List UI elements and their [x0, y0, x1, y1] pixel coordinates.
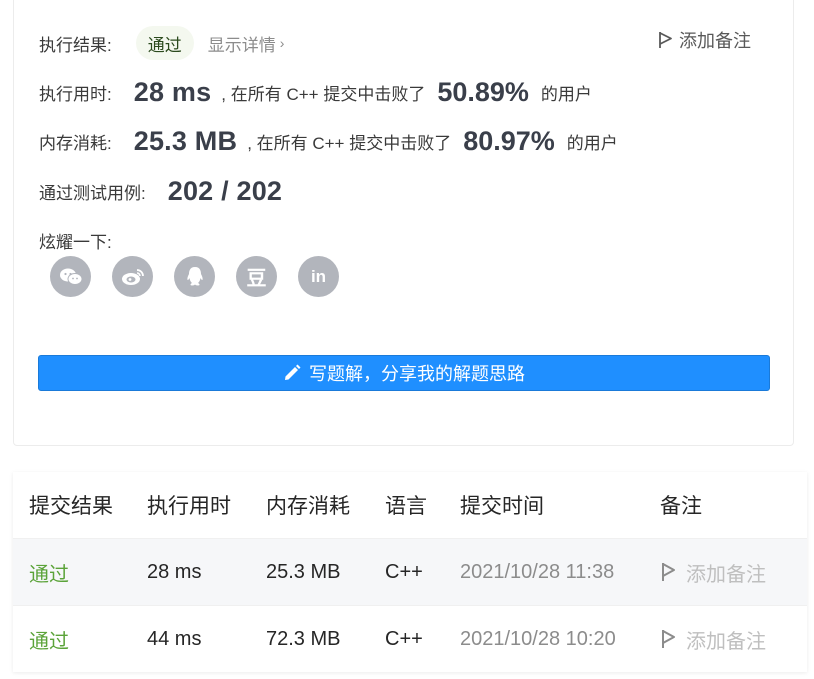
row-runtime: 28 ms [147, 560, 202, 583]
write-solution-label: 写题解，分享我的解题思路 [309, 364, 525, 384]
testcases-row: 通过测试用例: 202 / 202 [39, 176, 282, 207]
header-note: 备注 [660, 495, 702, 518]
wechat-icon[interactable] [50, 256, 91, 297]
share-icons: 豆 in [50, 256, 339, 297]
runtime-row: 执行用时: 28 ms , 在所有 C++ 提交中击败了 50.89% 的用户 [39, 77, 592, 108]
table-header: 提交结果 执行用时 内存消耗 语言 提交时间 备注 [13, 472, 807, 538]
linkedin-glyph: in [310, 266, 327, 286]
douban-glyph: 豆 [246, 268, 267, 290]
row-status[interactable]: 通过 [29, 625, 69, 654]
add-note-button[interactable]: 添加备注 [657, 27, 751, 53]
row-time: 2021/10/28 11:38 [460, 560, 615, 583]
row-language: C++ [385, 560, 423, 583]
submissions-table: 提交结果 执行用时 内存消耗 语言 提交时间 备注 通过 28 ms 25.3 … [13, 472, 807, 672]
testcases-value: 202 / 202 [167, 176, 283, 206]
runtime-label: 执行用时: [39, 85, 112, 104]
add-note-label: 添加备注 [679, 31, 751, 51]
memory-suffix: 的用户 [566, 134, 618, 153]
row-status[interactable]: 通过 [29, 558, 69, 587]
show-details-link[interactable]: 显示详情 › [208, 31, 285, 56]
row-add-note-button[interactable]: 添加备注 [660, 625, 766, 654]
row-memory: 72.3 MB [266, 627, 341, 650]
memory-value: 25.3 MB [133, 126, 238, 156]
runtime-suffix: 的用户 [540, 85, 592, 104]
runtime-text: , 在所有 C++ 提交中击败了 [221, 85, 426, 104]
row-add-note-label: 添加备注 [686, 563, 766, 586]
chevron-right-icon: › [279, 35, 285, 51]
header-status: 提交结果 [29, 495, 113, 518]
memory-label: 内存消耗: [39, 134, 112, 153]
share-label: 炫耀一下: [39, 233, 112, 252]
result-label: 执行结果: [39, 35, 112, 55]
runtime-value: 28 ms [133, 77, 212, 107]
header-runtime: 执行用时 [147, 495, 231, 518]
row-time: 2021/10/28 10:20 [460, 627, 616, 650]
table-row[interactable]: 通过 28 ms 25.3 MB C++ 2021/10/28 11:38 添加… [13, 538, 807, 605]
result-row: 执行结果: 通过 显示详情 › [39, 26, 284, 60]
show-details-label: 显示详情 [207, 35, 276, 55]
testcases-label: 通过测试用例: [39, 184, 146, 203]
pencil-icon [285, 364, 301, 380]
flag-icon [659, 32, 672, 48]
memory-percent: 80.97% [463, 126, 555, 156]
qq-icon[interactable] [174, 256, 215, 297]
memory-row: 内存消耗: 25.3 MB , 在所有 C++ 提交中击败了 80.97% 的用… [39, 126, 618, 157]
runtime-percent: 50.89% [437, 77, 529, 107]
memory-text: , 在所有 C++ 提交中击败了 [247, 134, 452, 153]
submission-result-panel: 执行结果: 通过 显示详情 › 添加备注 执行用时: 28 ms , 在所有 C… [13, 0, 794, 446]
row-runtime: 44 ms [147, 627, 202, 650]
table-row[interactable]: 通过 44 ms 72.3 MB C++ 2021/10/28 10:20 添加… [13, 605, 807, 672]
write-solution-button[interactable]: 写题解，分享我的解题思路 [38, 355, 770, 391]
share-row: 炫耀一下: [39, 228, 112, 253]
header-language: 语言 [385, 495, 427, 518]
header-time: 提交时间 [460, 495, 544, 518]
status-badge: 通过 [135, 26, 194, 60]
header-memory: 内存消耗 [266, 495, 350, 518]
douban-icon[interactable]: 豆 [236, 256, 277, 297]
linkedin-icon[interactable]: in [298, 256, 339, 297]
row-add-note-label: 添加备注 [686, 630, 766, 653]
row-memory: 25.3 MB [266, 560, 341, 583]
weibo-icon[interactable] [112, 256, 153, 297]
flag-icon [662, 630, 675, 648]
row-language: C++ [385, 627, 423, 650]
row-add-note-button[interactable]: 添加备注 [660, 558, 766, 587]
flag-icon [662, 563, 675, 581]
